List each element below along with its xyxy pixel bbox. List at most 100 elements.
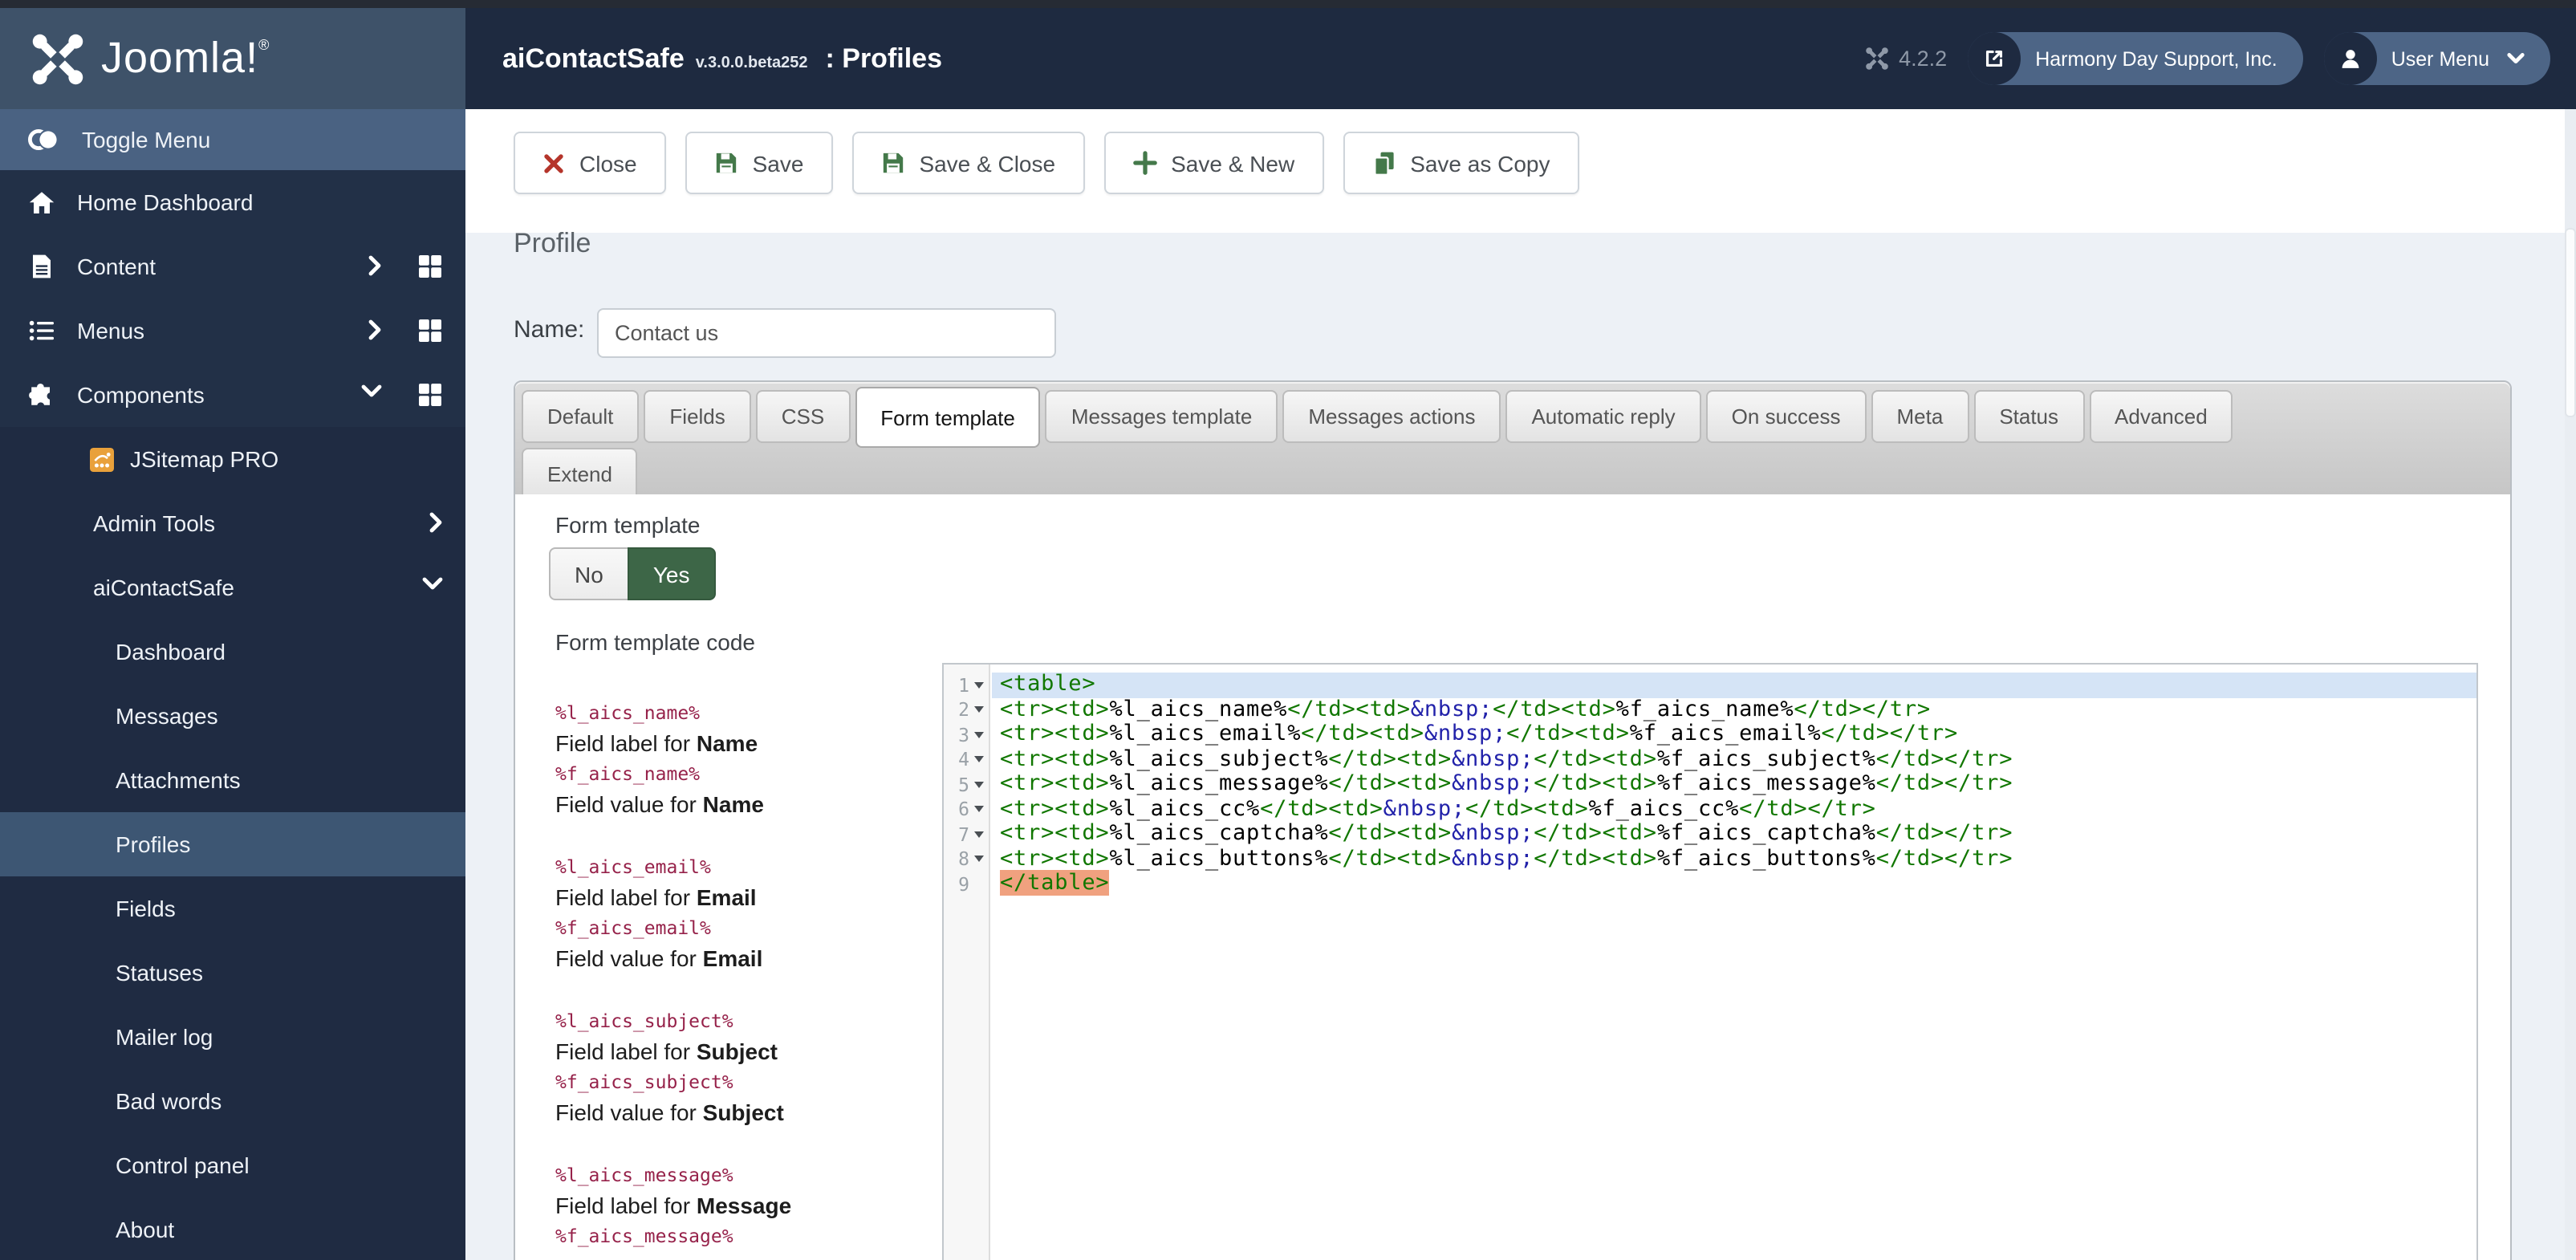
macro-label: %f_aics_name%	[555, 762, 701, 785]
joomla-version-badge: 4.2.2	[1865, 47, 1947, 71]
fold-arrow-icon[interactable]	[974, 756, 984, 763]
sidebar-item-bad-words[interactable]: Bad words	[0, 1069, 465, 1133]
toolbar-buttons: Close Save Save & Close Save & New Save …	[514, 132, 1579, 194]
code-line[interactable]: <table>	[992, 672, 2476, 697]
form-template-code-label: Form template code	[555, 629, 755, 655]
sidebar-item-admin-tools[interactable]: Admin Tools	[0, 491, 465, 555]
sidebar-item-fields[interactable]: Fields	[0, 876, 465, 941]
toggle-yes-button[interactable]: Yes	[627, 547, 716, 600]
save-and-new-button[interactable]: Save & New	[1103, 132, 1324, 194]
home-icon	[26, 189, 56, 215]
sidebar-item-menus[interactable]: Menus	[0, 299, 465, 363]
save-button[interactable]: Save	[685, 132, 833, 194]
grid-icon[interactable]	[417, 254, 443, 279]
close-icon	[542, 152, 565, 174]
sidebar-item-jsitemap-pro[interactable]: JSitemap PRO	[0, 427, 465, 491]
placeholder-group-email: %l_aics_email% Field label for Email %f_…	[555, 852, 937, 974]
macro-description: Field label for Email	[555, 884, 757, 910]
toggle-no-button[interactable]: No	[549, 547, 629, 600]
line-number: 3	[944, 722, 989, 747]
tab-meta[interactable]: Meta	[1871, 390, 1969, 443]
component-title: aiContactSafe	[502, 43, 685, 73]
macro-label: %f_aics_subject%	[555, 1071, 733, 1093]
tab-row-1: Default Fields CSS Form template Message…	[522, 387, 2510, 448]
line-number: 1	[944, 673, 989, 697]
fold-arrow-icon[interactable]	[974, 806, 984, 813]
macro-label: %f_aics_email%	[555, 917, 711, 939]
placeholder-group-message: %l_aics_message% Field label for Message…	[555, 1160, 937, 1252]
scrollbar-thumb[interactable]	[2565, 228, 2576, 417]
fold-arrow-icon[interactable]	[974, 681, 984, 689]
tab-extend[interactable]: Extend	[522, 448, 638, 501]
code-line[interactable]: <tr><td>%l_aics_email%</td><td>&nbsp;</t…	[992, 721, 2476, 747]
tab-fields[interactable]: Fields	[644, 390, 751, 443]
close-button[interactable]: Close	[514, 132, 666, 194]
code-editor[interactable]: 1 2 3 4 5 6 7 8 9 <table> <tr><td>%l_aic…	[942, 663, 2478, 1260]
macro-description: Field value for Email	[555, 945, 763, 971]
code-line[interactable]: <tr><td>%l_aics_message%</td><td>&nbsp;<…	[992, 771, 2476, 797]
header-right: 4.2.2 Harmony Day Support, Inc. User Men…	[1865, 8, 2550, 109]
tab-css[interactable]: CSS	[755, 390, 851, 443]
sidebar-item-messages[interactable]: Messages	[0, 684, 465, 748]
sidebar-item-about[interactable]: About	[0, 1197, 465, 1260]
code-line[interactable]: <tr><td>%l_aics_buttons%</td><td>&nbsp;<…	[992, 846, 2476, 872]
sidebar-item-components[interactable]: Components	[0, 363, 465, 427]
tab-automatic-reply[interactable]: Automatic reply	[1505, 390, 1701, 443]
grid-icon[interactable]	[417, 318, 443, 343]
joomla-version-icon	[1865, 47, 1889, 71]
tab-status[interactable]: Status	[1973, 390, 2085, 443]
code-line[interactable]: </table>	[992, 870, 2476, 896]
site-preview-button[interactable]: Harmony Day Support, Inc.	[1968, 32, 2303, 85]
fold-arrow-icon[interactable]	[974, 831, 984, 838]
admin-sidebar: Toggle Menu Home Dashboard Content Menus…	[0, 109, 465, 1260]
sidebar-item-dashboard[interactable]: Dashboard	[0, 620, 465, 684]
tab-on-success[interactable]: On success	[1705, 390, 1867, 443]
code-line[interactable]: <tr><td>%l_aics_name%</td><td>&nbsp;</td…	[992, 697, 2476, 722]
user-icon	[2323, 32, 2377, 85]
sidebar-item-statuses[interactable]: Statuses	[0, 941, 465, 1005]
code-line[interactable]: <tr><td>%l_aics_captcha%</td><td>&nbsp;<…	[992, 821, 2476, 847]
fold-arrow-icon[interactable]	[974, 856, 984, 863]
name-input[interactable]	[597, 308, 1056, 358]
sidebar-item-mailer-log[interactable]: Mailer log	[0, 1005, 465, 1069]
main-content: Close Save Save & Close Save & New Save …	[465, 109, 2576, 1260]
chevron-down-icon	[422, 576, 443, 591]
macro-label: %l_aics_name%	[555, 701, 701, 724]
sidebar-item-home-dashboard[interactable]: Home Dashboard	[0, 170, 465, 234]
joomla-logo: Joomla!®	[0, 8, 465, 109]
code-editor-text[interactable]: <table> <tr><td>%l_aics_name%</td><td>&n…	[992, 665, 2476, 1260]
macro-label: %l_aics_email%	[555, 856, 711, 878]
sidebar-toggle-menu[interactable]: Toggle Menu	[0, 109, 465, 170]
grid-icon[interactable]	[417, 382, 443, 408]
fold-arrow-icon[interactable]	[974, 706, 984, 713]
chevron-right-icon	[368, 319, 382, 340]
component-version: v.3.0.0.beta252	[695, 55, 808, 72]
header-bar: aiContactSafe v.3.0.0.beta252 : Profiles…	[465, 8, 2576, 109]
save-icon	[880, 151, 904, 175]
fold-arrow-icon[interactable]	[974, 781, 984, 788]
tab-form-template[interactable]: Form template	[855, 387, 1041, 448]
tab-messages-actions[interactable]: Messages actions	[1282, 390, 1501, 443]
save-and-close-button[interactable]: Save & Close	[851, 132, 1085, 194]
sidebar-item-control-panel[interactable]: Control panel	[0, 1133, 465, 1197]
form-template-tab-content: Form template No Yes Form template code …	[515, 494, 2510, 1260]
page-scrollbar[interactable]	[2565, 109, 2576, 1260]
sidebar-item-content[interactable]: Content	[0, 234, 465, 299]
save-as-copy-button[interactable]: Save as Copy	[1343, 132, 1579, 194]
sidebar-item-profiles[interactable]: Profiles	[0, 812, 465, 876]
tab-row-2: Extend	[522, 448, 2510, 501]
tab-advanced[interactable]: Advanced	[2089, 390, 2233, 443]
chevron-right-icon	[368, 255, 382, 276]
fold-arrow-icon[interactable]	[974, 731, 984, 738]
sidebar-item-attachments[interactable]: Attachments	[0, 748, 465, 812]
form-template-toggle: No Yes	[549, 547, 716, 600]
sidebar-item-aicontactsafe[interactable]: aiContactSafe	[0, 555, 465, 620]
code-line[interactable]: <tr><td>%l_aics_subject%</td><td>&nbsp;<…	[992, 746, 2476, 772]
chevron-right-icon	[429, 512, 443, 533]
line-number: 5	[944, 772, 989, 797]
tab-messages-template[interactable]: Messages template	[1045, 390, 1278, 443]
tab-default[interactable]: Default	[522, 390, 640, 443]
code-line[interactable]: <tr><td>%l_aics_cc%</td><td>&nbsp;</td><…	[992, 796, 2476, 822]
profile-edit-panel: Default Fields CSS Form template Message…	[514, 380, 2512, 1260]
user-menu-button[interactable]: User Menu	[2323, 32, 2550, 85]
